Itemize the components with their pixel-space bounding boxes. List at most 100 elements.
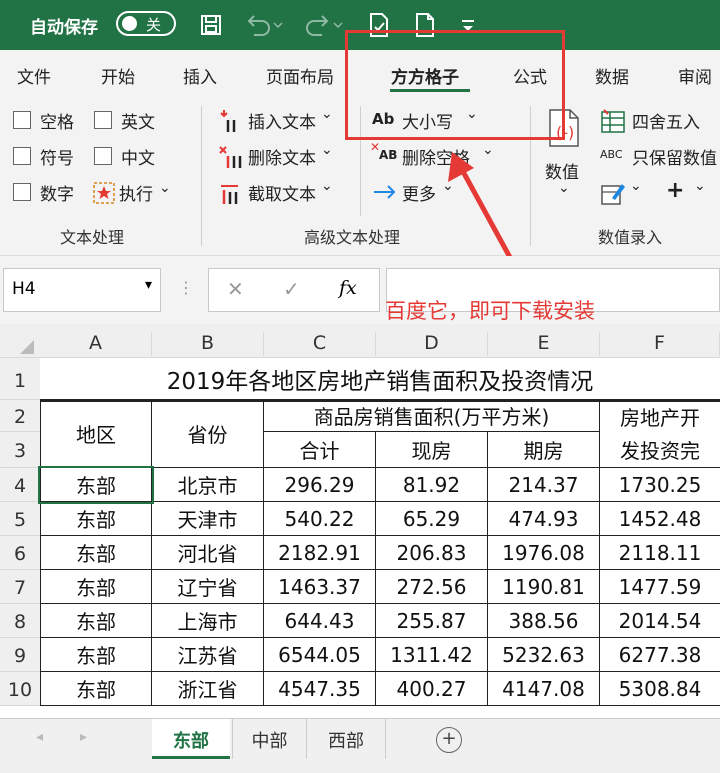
row-header-5[interactable]: 5	[0, 502, 40, 536]
cell-total[interactable]: 2182.91	[264, 536, 376, 570]
confirm-icon[interactable]: ✓	[283, 277, 300, 301]
cell-existing[interactable]: 400.27	[376, 672, 488, 706]
delete-text-button[interactable]: 删除文本 ⌄	[218, 142, 348, 170]
autosave-toggle[interactable]: 关	[116, 11, 176, 36]
checkbox-symbol[interactable]	[13, 147, 31, 165]
menu-file[interactable]: 文件	[17, 63, 51, 88]
keep-numeric-button[interactable]: ABC 只保留数值	[600, 144, 720, 170]
row-header-1[interactable]: 1	[0, 358, 40, 400]
column-header-a[interactable]: A	[40, 332, 152, 356]
cell-investment[interactable]: 5308.84	[600, 672, 720, 706]
cell-total[interactable]: 540.22	[264, 502, 376, 536]
cell-total[interactable]: 296.29	[264, 468, 376, 502]
row-header-4[interactable]: 4	[0, 468, 40, 502]
cell-region[interactable]: 东部	[40, 536, 152, 570]
cell-investment[interactable]: 2014.54	[600, 604, 720, 638]
cell-total[interactable]: 644.43	[264, 604, 376, 638]
cell-existing[interactable]: 272.56	[376, 570, 488, 604]
cell-province[interactable]: 辽宁省	[152, 570, 264, 604]
cell-province[interactable]: 浙江省	[152, 672, 264, 706]
header-province[interactable]: 省份	[152, 400, 264, 468]
cell-investment[interactable]: 2118.11	[600, 536, 720, 570]
header-total[interactable]: 合计	[264, 432, 376, 468]
cell-presale[interactable]: 1976.08	[488, 536, 600, 570]
insert-text-button[interactable]: 插入文本 ⌄	[218, 106, 348, 134]
scroll-right-icon[interactable]: ▸	[80, 729, 87, 745]
cell-province[interactable]: 天津市	[152, 502, 264, 536]
cell-investment[interactable]: 1477.59	[600, 570, 720, 604]
sheet-tab-east[interactable]: 东部	[152, 719, 230, 759]
cell-region[interactable]: 东部	[40, 672, 152, 706]
undo-icon[interactable]	[242, 10, 286, 40]
cancel-icon[interactable]: ✕	[227, 277, 244, 301]
header-existing[interactable]: 现房	[376, 432, 488, 468]
menu-home[interactable]: 开始	[101, 63, 135, 88]
row-header-10[interactable]: 10	[0, 672, 40, 706]
cell-province[interactable]: 河北省	[152, 536, 264, 570]
cell-presale[interactable]: 5232.63	[488, 638, 600, 672]
cell-existing[interactable]: 81.92	[376, 468, 488, 502]
column-header-e[interactable]: E	[488, 332, 600, 356]
name-box[interactable]: H4 ▾	[3, 268, 161, 312]
checkbox-english[interactable]	[94, 111, 112, 129]
header-presale[interactable]: 期房	[488, 432, 600, 468]
cell-presale[interactable]: 4147.08	[488, 672, 600, 706]
menu-data[interactable]: 数据	[595, 63, 629, 88]
cell-investment[interactable]: 1452.48	[600, 502, 720, 536]
extract-text-button[interactable]: 截取文本 ⌄	[218, 178, 348, 206]
column-header-d[interactable]: D	[376, 332, 488, 356]
row-header-8[interactable]: 8	[0, 604, 40, 638]
menu-page-layout[interactable]: 页面布局	[266, 63, 334, 88]
cell-province[interactable]: 江苏省	[152, 638, 264, 672]
cell-presale[interactable]: 1190.81	[488, 570, 600, 604]
checkbox-number[interactable]	[13, 183, 31, 201]
column-header-b[interactable]: B	[152, 332, 264, 356]
menu-review[interactable]: 审阅	[678, 63, 712, 88]
row-header-2[interactable]: 2	[0, 400, 40, 432]
column-header-c[interactable]: C	[264, 332, 376, 356]
header-region[interactable]: 地区	[40, 400, 152, 468]
cell-region[interactable]: 东部	[40, 570, 152, 604]
add-button[interactable]: + ⌄	[664, 178, 714, 206]
cell-existing[interactable]: 255.87	[376, 604, 488, 638]
cell-presale[interactable]: 388.56	[488, 604, 600, 638]
scroll-left-icon[interactable]: ◂	[36, 729, 43, 745]
round-button[interactable]: 四舍五入	[600, 108, 720, 134]
cell-investment[interactable]: 1730.25	[600, 468, 720, 502]
header-investment-line2[interactable]: 发投资完	[600, 432, 720, 468]
cell-existing[interactable]: 65.29	[376, 502, 488, 536]
row-header-7[interactable]: 7	[0, 570, 40, 604]
cell-total[interactable]: 6544.05	[264, 638, 376, 672]
menu-insert[interactable]: 插入	[183, 63, 217, 88]
add-sheet-icon[interactable]: +	[436, 727, 462, 753]
sheet-tab-central[interactable]: 中部	[232, 719, 306, 759]
cell-region[interactable]: 东部	[40, 502, 152, 536]
checkbox-chinese[interactable]	[94, 147, 112, 165]
cell-existing[interactable]: 1311.42	[376, 638, 488, 672]
sheet-tab-west[interactable]: 西部	[306, 719, 386, 759]
header-investment-line1[interactable]: 房地产开	[600, 400, 720, 432]
redo-icon[interactable]	[302, 10, 346, 40]
cell-total[interactable]: 1463.37	[264, 570, 376, 604]
header-sales-area[interactable]: 商品房销售面积(万平方米)	[264, 400, 600, 432]
checkbox-space[interactable]	[13, 111, 31, 129]
select-all-icon[interactable]	[18, 338, 36, 356]
cell-existing[interactable]: 206.83	[376, 536, 488, 570]
cell-region[interactable]: 东部	[40, 604, 152, 638]
edit-format-button[interactable]: ⌄	[600, 178, 650, 206]
insert-function-icon[interactable]: fx	[339, 277, 357, 299]
save-icon[interactable]	[196, 10, 226, 40]
cell-presale[interactable]: 474.93	[488, 502, 600, 536]
namebox-dropdown-icon[interactable]: ▾	[145, 277, 152, 293]
cell-presale[interactable]: 214.37	[488, 468, 600, 502]
row-header-3[interactable]: 3	[0, 432, 40, 468]
cell-total[interactable]: 4547.35	[264, 672, 376, 706]
row-header-6[interactable]: 6	[0, 536, 40, 570]
sheet-title[interactable]: 2019年各地区房地产销售面积及投资情况	[40, 358, 720, 400]
row-header-9[interactable]: 9	[0, 638, 40, 672]
cell-investment[interactable]: 6277.38	[600, 638, 720, 672]
cell-province[interactable]: 上海市	[152, 604, 264, 638]
column-header-f[interactable]: F	[600, 332, 720, 356]
cell-province[interactable]: 北京市	[152, 468, 264, 502]
cell-region[interactable]: 东部	[40, 638, 152, 672]
